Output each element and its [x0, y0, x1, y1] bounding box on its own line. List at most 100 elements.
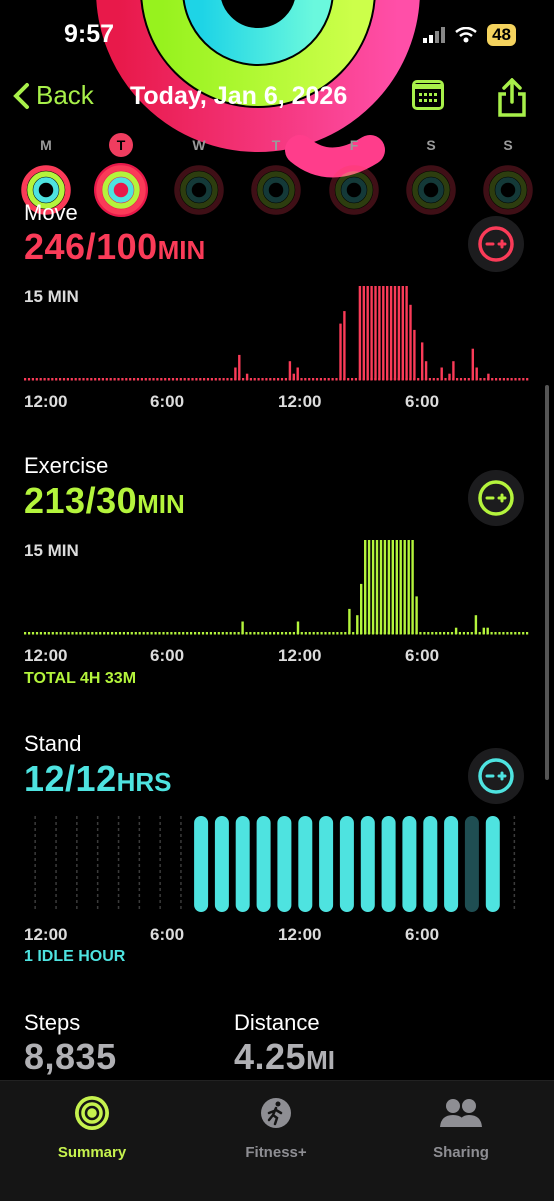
chart-bar [386, 286, 389, 380]
baseline-dot [78, 378, 81, 381]
day-label-0[interactable]: M [40, 137, 52, 153]
day-ring-1[interactable] [93, 162, 149, 218]
stand-empty-dot [138, 858, 141, 861]
baseline-dot [178, 632, 181, 635]
chart-bar [448, 373, 451, 380]
stand-empty-dot [138, 864, 141, 867]
chart-bar [411, 540, 414, 634]
chart-bar [387, 540, 391, 634]
baseline-dot [126, 632, 129, 635]
chart-bar [424, 361, 428, 380]
chart-bar [487, 373, 490, 380]
status-indicators: 48 [423, 24, 516, 46]
stand-empty-dot [117, 906, 120, 909]
stand-empty-dot [180, 822, 182, 825]
baseline-dot [121, 378, 124, 381]
stand-empty-dot [34, 828, 36, 831]
baseline-dot [95, 632, 98, 635]
baseline-dot [66, 378, 69, 381]
baseline-dot [300, 632, 303, 635]
baseline-dot [327, 378, 330, 381]
baseline-dot [340, 632, 343, 635]
baseline-dot [171, 378, 175, 381]
baseline-dot [125, 378, 128, 381]
baseline-dot [205, 632, 208, 635]
stand-empty-dot [117, 882, 120, 885]
tick-label: 6:00 [150, 925, 185, 944]
stand-empty-dot [55, 816, 57, 819]
stand-empty-dot [96, 816, 99, 819]
chart-bar [245, 373, 249, 380]
calendar-icon[interactable] [412, 80, 444, 110]
baseline-dot [197, 632, 201, 635]
baseline-dot [466, 632, 469, 635]
day-ring-6[interactable] [480, 162, 536, 218]
stand-goal-button[interactable] [468, 748, 524, 804]
chart-bar [383, 540, 387, 634]
cellular-signal-icon [423, 27, 446, 43]
stand-empty-dot [55, 864, 57, 867]
stand-empty-dot [513, 888, 516, 891]
back-button[interactable]: Back [12, 80, 94, 111]
stand-empty-dot [117, 870, 120, 873]
day-ring-3[interactable] [248, 162, 304, 218]
day-label-1[interactable]: T [109, 133, 133, 157]
day-label-2[interactable]: W [192, 137, 205, 153]
stand-empty-dot [76, 840, 78, 843]
baseline-dot [526, 378, 529, 381]
exercise-chart [24, 540, 529, 635]
baseline-dot [164, 378, 167, 381]
stand-empty-dot [96, 888, 99, 891]
day-ring-2[interactable] [171, 162, 227, 218]
baseline-dot [160, 378, 163, 381]
baseline-dot [206, 378, 210, 381]
stand-empty-dot [138, 840, 141, 843]
share-icon[interactable] [496, 78, 528, 118]
stand-empty-dot [76, 888, 78, 891]
day-ring-5[interactable] [403, 162, 459, 218]
battery-indicator: 48 [487, 24, 516, 46]
baseline-dot [300, 378, 303, 381]
baseline-dot [257, 378, 260, 381]
tab-sharing[interactable]: Sharing [391, 1093, 531, 1161]
stand-empty-dot [180, 846, 182, 849]
stand-empty-dot [513, 900, 516, 903]
tab-summary[interactable]: Summary [22, 1093, 162, 1161]
baseline-dot [190, 632, 193, 635]
baseline-dot [514, 632, 517, 635]
baseline-dot [114, 632, 118, 635]
tick-label: 6:00 [405, 392, 440, 411]
day-label-5[interactable]: S [426, 137, 435, 153]
stand-empty-dot [34, 846, 36, 849]
stand-empty-dot [34, 894, 36, 897]
tick-label: 6:00 [150, 392, 185, 411]
scroll-indicator[interactable] [545, 385, 549, 780]
tab-fitness-plus[interactable]: Fitness+ [206, 1093, 346, 1161]
move-goal-button[interactable] [468, 216, 524, 272]
stand-hour-bar [339, 816, 354, 912]
stand-empty-dot [117, 888, 120, 891]
baseline-dot [122, 632, 125, 635]
stand-chart [34, 816, 516, 912]
stand-empty-dot [180, 900, 182, 903]
baseline-dot [59, 378, 62, 381]
stand-empty-dot [138, 822, 141, 825]
stand-empty-dot [180, 852, 182, 855]
day-ring-4[interactable] [326, 162, 382, 218]
baseline-dot [522, 632, 525, 635]
baseline-dot [136, 378, 140, 381]
baseline-dot [168, 378, 171, 381]
stand-empty-dot [513, 858, 516, 861]
stand-empty-dot [159, 882, 161, 885]
baseline-dot [134, 632, 137, 635]
day-label-4[interactable]: F [350, 137, 359, 153]
exercise-goal-button[interactable] [468, 470, 524, 526]
baseline-dot [146, 632, 149, 635]
baseline-dot [483, 378, 486, 381]
stand-empty-dot [159, 828, 161, 831]
day-label-3[interactable]: T [272, 137, 281, 153]
day-label-6[interactable]: S [503, 137, 512, 153]
exercise-label: Exercise [24, 453, 109, 478]
baseline-dot [431, 632, 434, 635]
stand-empty-dot [180, 888, 182, 891]
